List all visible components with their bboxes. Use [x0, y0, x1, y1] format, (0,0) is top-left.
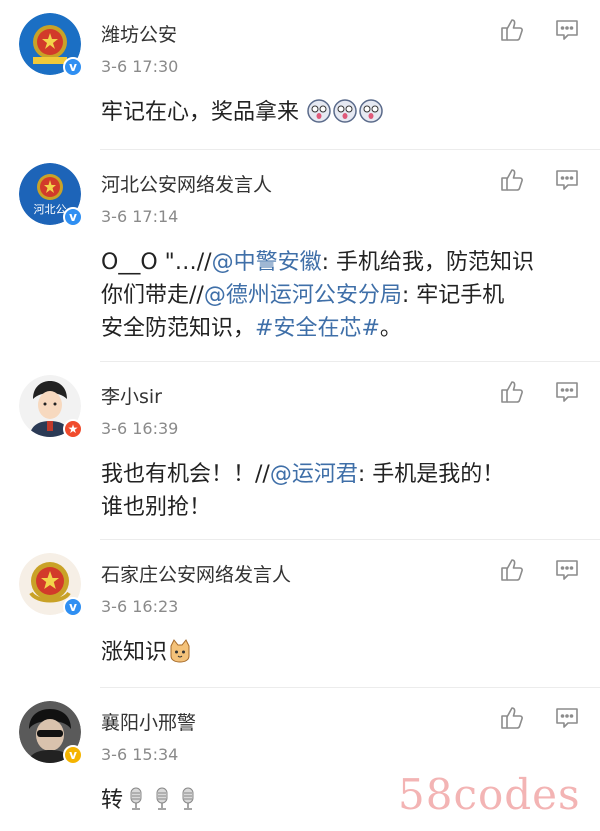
- comment-text-segment: 我也有机会！！//: [101, 462, 270, 487]
- surprised-face-emoji-icon: [333, 99, 357, 123]
- thumbs-up-icon: [501, 381, 523, 403]
- verified-badge-icon: v: [63, 57, 83, 77]
- comment-text-segment: 谁也别抢！: [101, 495, 212, 520]
- like-button[interactable]: [498, 16, 526, 44]
- comment-item: 河北公 v 河北公安网络发言人 3-6 17:14 O__O "…//@中警安徽…: [0, 150, 600, 362]
- comment-icon: [556, 170, 578, 190]
- reply-button[interactable]: [553, 556, 581, 584]
- hashtag-link[interactable]: #安全在芯#: [255, 316, 380, 341]
- like-button[interactable]: [498, 378, 526, 406]
- comment-item: v 潍坊公安 3-6 17:30 牢记在心，奖品拿来: [0, 0, 600, 150]
- comment-text-segment: 安全防范知识，: [101, 316, 256, 341]
- mention-link[interactable]: @运河君: [270, 462, 358, 487]
- timestamp: 3-6 17:30: [101, 57, 179, 76]
- surprised-face-emoji-icon: [359, 99, 383, 123]
- like-button[interactable]: [498, 166, 526, 194]
- comment-text-segment: 你们带走//: [101, 283, 204, 308]
- thumbs-up-icon: [501, 559, 523, 581]
- timestamp: 3-6 16:39: [101, 419, 179, 438]
- comment-text: 涨知识: [101, 636, 581, 669]
- timestamp: 3-6 16:23: [101, 597, 179, 616]
- like-button[interactable]: [498, 704, 526, 732]
- verified-badge-icon: v: [63, 597, 83, 617]
- avatar[interactable]: ★: [19, 375, 83, 439]
- comment-text-segment: : 牢记手机: [401, 283, 505, 308]
- username[interactable]: 石家庄公安网络发言人: [101, 560, 291, 587]
- microphone-emoji-icon: [130, 787, 142, 810]
- verified-badge-icon: v: [63, 745, 83, 765]
- star-badge-icon: ★: [63, 419, 83, 439]
- surprised-face-emoji-icon: [307, 99, 331, 123]
- comment-icon: [556, 560, 578, 580]
- comment-text: 牢记在心，奖品拿来: [101, 96, 581, 129]
- thumbs-up-icon: [501, 169, 523, 191]
- reply-button[interactable]: [553, 704, 581, 732]
- comment-text-segment: : 手机给我，防范知识: [321, 250, 534, 275]
- comment-text-body: 牢记在心，奖品拿来: [101, 100, 300, 125]
- username[interactable]: 李小sir: [101, 382, 162, 409]
- comment-icon: [556, 20, 578, 40]
- microphone-emoji-icon: [182, 787, 194, 810]
- reply-button[interactable]: [553, 378, 581, 406]
- comment-item: ★ 李小sir 3-6 16:39 我也有机会！！//@运河君: 手机是我的！ …: [0, 362, 600, 540]
- username[interactable]: 潍坊公安: [101, 20, 177, 47]
- comment-text-body: 转: [101, 788, 124, 813]
- cat-emoji-icon: [170, 639, 190, 663]
- avatar[interactable]: v: [19, 553, 83, 617]
- comment-icon: [556, 382, 578, 402]
- reply-button[interactable]: [553, 166, 581, 194]
- comment-text: O__O "…//@中警安徽: 手机给我，防范知识 你们带走//@德州运河公安分…: [101, 246, 581, 345]
- thumbs-up-icon: [501, 19, 523, 41]
- timestamp: 3-6 17:14: [101, 207, 179, 226]
- reply-button[interactable]: [553, 16, 581, 44]
- comment-icon: [556, 708, 578, 728]
- microphone-emoji-icon: [156, 787, 168, 810]
- username[interactable]: 河北公安网络发言人: [101, 170, 272, 197]
- watermark: 58codes: [398, 770, 581, 819]
- avatar[interactable]: 河北公 v: [19, 163, 83, 227]
- mention-link[interactable]: @中警安徽: [212, 250, 322, 275]
- username[interactable]: 襄阳小邢警: [101, 708, 196, 735]
- thumbs-up-icon: [501, 707, 523, 729]
- verified-badge-icon: v: [63, 207, 83, 227]
- comment-text-segment: 。: [379, 316, 402, 341]
- comment-item: v 石家庄公安网络发言人 3-6 16:23 涨知识: [0, 540, 600, 688]
- comment-text-segment: : 手机是我的！: [357, 462, 505, 487]
- comment-text: 我也有机会！！//@运河君: 手机是我的！ 谁也别抢！: [101, 458, 581, 524]
- mention-link[interactable]: @德州运河公安分局: [204, 283, 402, 308]
- like-button[interactable]: [498, 556, 526, 584]
- avatar[interactable]: v: [19, 701, 83, 765]
- avatar[interactable]: v: [19, 13, 83, 77]
- timestamp: 3-6 15:34: [101, 745, 179, 764]
- comment-text-segment: O__O "…//: [101, 250, 212, 275]
- comment-text-body: 涨知识: [101, 640, 168, 665]
